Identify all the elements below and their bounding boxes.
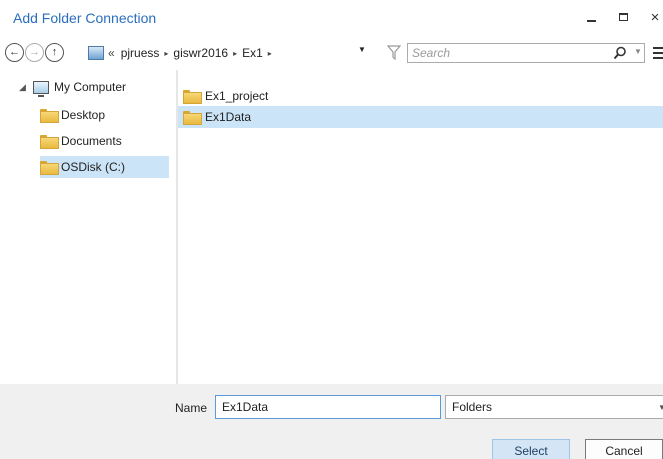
navigation-pane: ◢ My Computer Desktop Documents OSDisk (… [0,70,176,384]
chevron-right-icon[interactable]: ▸ [233,49,237,58]
computer-icon [88,46,104,60]
list-item[interactable]: Ex1_project [178,85,663,107]
chevron-right-icon[interactable]: ▸ [268,49,272,58]
menu-icon-bar [653,57,663,59]
search-dropdown-icon[interactable]: ▼ [634,47,642,56]
breadcrumb-item[interactable]: giswr2016 [173,46,228,60]
select-button[interactable]: Select [492,439,570,459]
folder-icon [183,111,202,125]
forward-button[interactable]: → [25,43,44,62]
menu-icon-bar [653,52,663,54]
filter-icon[interactable] [387,45,401,60]
computer-icon [33,80,49,97]
tree-item-my-computer[interactable]: ◢ My Computer [0,76,126,98]
back-button[interactable]: ← [5,43,24,62]
search-box: ▼ [407,43,645,63]
list-item[interactable]: Ex1Data [178,106,663,128]
tree-item-desktop[interactable]: Desktop [40,104,169,126]
address-dropdown-icon[interactable]: ▼ [358,45,366,54]
list-item-label: Ex1Data [205,110,252,124]
minimize-icon [586,20,596,22]
maximize-button[interactable] [611,6,635,28]
navigation-toolbar: ← → ↑ « pjruess ▸ giswr2016 ▸ Ex1 ▸ ▼ ▼ [0,40,663,68]
breadcrumb-overflow[interactable]: « [108,46,115,60]
dialog-footer: Name Folders ▼ Select Cancel [0,384,663,459]
address-bar[interactable]: « pjruess ▸ giswr2016 ▸ Ex1 ▸ ▼ [68,43,380,63]
expand-collapse-icon[interactable]: ◢ [19,82,33,93]
breadcrumb-item[interactable]: pjruess [121,46,160,60]
window-title: Add Folder Connection [13,10,157,26]
menu-icon-bar [653,47,663,49]
close-icon: × [650,8,660,26]
up-button[interactable]: ↑ [45,43,64,62]
list-item-label: Ex1_project [205,89,269,103]
tree-item-label: Desktop [61,108,106,122]
arrow-right-icon: → [29,46,40,58]
arrow-left-icon: ← [9,46,20,58]
tree-item-label: Documents [61,134,122,148]
content-pane: Ex1_project Ex1Data [178,70,663,384]
search-input[interactable] [408,44,588,62]
tree-item-documents[interactable]: Documents [40,130,169,152]
chevron-down-icon: ▼ [658,403,663,412]
menu-icon[interactable] [653,47,663,59]
title-bar: Add Folder Connection × [0,0,663,36]
breadcrumb-item[interactable]: Ex1 [242,46,263,60]
arrow-up-icon: ↑ [51,46,58,58]
tree-item-osdisk[interactable]: OSDisk (C:) [40,156,169,178]
tree-item-label: My Computer [54,80,127,94]
folder-icon [183,90,202,104]
tree-item-label: OSDisk (C:) [61,160,125,174]
search-icon[interactable] [613,46,627,60]
minimize-button[interactable] [579,6,603,28]
name-label: Name [175,401,208,415]
filetype-value: Folders [452,400,493,414]
filetype-select[interactable]: Folders ▼ [445,395,663,419]
cancel-button[interactable]: Cancel [585,439,663,459]
folder-icon [40,135,59,149]
close-button[interactable]: × [643,6,663,28]
maximize-icon [618,13,628,21]
chevron-right-icon[interactable]: ▸ [164,49,168,58]
folder-icon [40,161,59,175]
folder-icon [40,109,59,123]
name-input[interactable] [215,395,441,419]
